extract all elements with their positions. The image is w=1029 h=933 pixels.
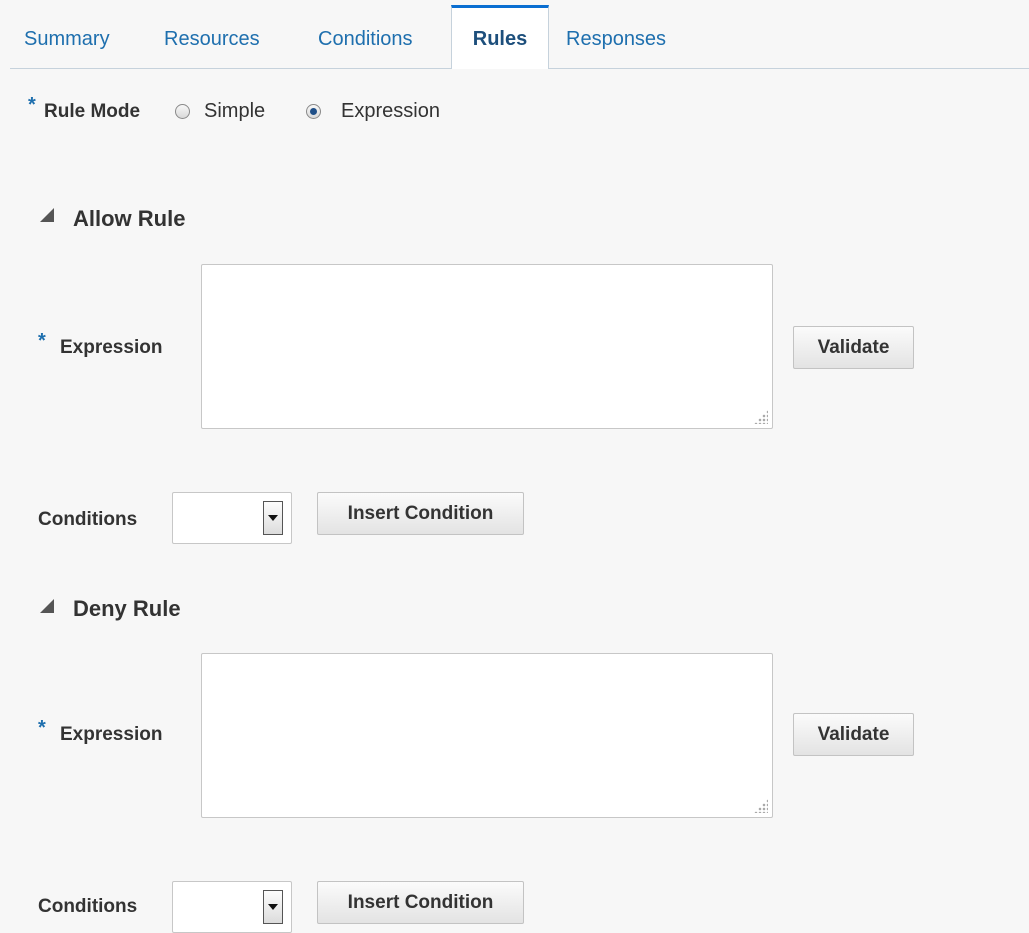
tab-rules[interactable]: Rules (451, 5, 549, 69)
required-marker: * (38, 717, 46, 739)
tab-summary[interactable]: Summary (24, 6, 110, 68)
deny-validate-button[interactable]: Validate (793, 713, 914, 756)
allow-insert-condition-button[interactable]: Insert Condition (317, 492, 524, 535)
collapse-triangle-icon[interactable] (40, 599, 54, 613)
allow-expression-label: Expression (60, 337, 163, 358)
rule-mode-label: Rule Mode (44, 101, 141, 122)
rule-mode-expression-radio[interactable] (306, 104, 321, 119)
allow-expression-input[interactable] (201, 264, 773, 429)
deny-expression-input[interactable] (201, 653, 773, 818)
required-marker: * (38, 330, 46, 352)
resize-grip-icon[interactable] (754, 799, 768, 813)
dropdown-arrow-icon[interactable] (263, 890, 283, 924)
required-marker: * (28, 94, 36, 116)
tab-conditions[interactable]: Conditions (318, 6, 413, 68)
tab-responses[interactable]: Responses (566, 6, 666, 68)
allow-validate-button[interactable]: Validate (793, 326, 914, 369)
resize-grip-icon[interactable] (754, 410, 768, 424)
collapse-triangle-icon[interactable] (40, 208, 54, 222)
deny-conditions-select[interactable] (172, 881, 292, 933)
deny-expression-label: Expression (60, 724, 163, 745)
rule-mode-expression-label[interactable]: Expression (341, 100, 440, 123)
deny-insert-condition-button[interactable]: Insert Condition (317, 881, 524, 924)
tab-resources[interactable]: Resources (164, 6, 260, 68)
deny-conditions-label: Conditions (38, 896, 138, 917)
rule-mode-simple-radio[interactable] (175, 104, 190, 119)
deny-rule-title[interactable]: Deny Rule (73, 596, 181, 622)
allow-conditions-label: Conditions (38, 509, 138, 530)
allow-conditions-select[interactable] (172, 492, 292, 544)
tab-bar: Summary Resources Conditions Rules Respo… (10, 5, 1029, 69)
dropdown-arrow-icon[interactable] (263, 501, 283, 535)
allow-rule-title[interactable]: Allow Rule (73, 206, 185, 232)
rule-mode-simple-label[interactable]: Simple (204, 100, 265, 123)
